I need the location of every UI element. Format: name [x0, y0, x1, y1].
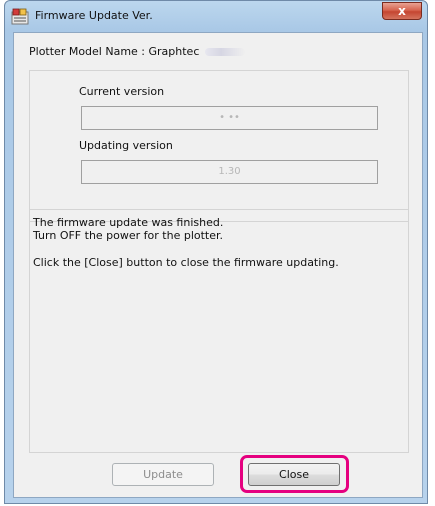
title-bar: Firmware Update Ver. x: [5, 1, 427, 31]
redacted-model-name: [205, 48, 246, 56]
plotter-model-row: Plotter Model Name : Graphtec: [29, 45, 246, 58]
current-version-field: • ••: [81, 106, 378, 130]
message-line-power-off: Turn OFF the power for the plotter.: [33, 229, 224, 242]
firmware-update-window: Firmware Update Ver. x Plotter Model Nam…: [4, 0, 428, 504]
firmware-app-icon: [11, 8, 29, 26]
version-group: Current version • •• Updating version 1.…: [29, 70, 409, 222]
status-message-box: The firmware update was finished. Turn O…: [29, 209, 409, 453]
updating-version-field: 1.30: [81, 160, 378, 184]
update-button[interactable]: Update: [112, 463, 214, 486]
window-close-button[interactable]: x: [382, 2, 422, 20]
plotter-model-label: Plotter Model Name : Graphtec: [29, 45, 200, 58]
message-line-close-instruction: Click the [Close] button to close the fi…: [33, 256, 339, 269]
window-title: Firmware Update Ver.: [35, 9, 153, 22]
updating-version-label: Updating version: [79, 139, 173, 152]
close-button[interactable]: Close: [248, 463, 340, 486]
message-line-finished: The firmware update was finished.: [33, 216, 224, 229]
current-version-label: Current version: [79, 85, 165, 98]
dialog-client-area: Plotter Model Name : Graphtec Current ve…: [13, 32, 423, 498]
